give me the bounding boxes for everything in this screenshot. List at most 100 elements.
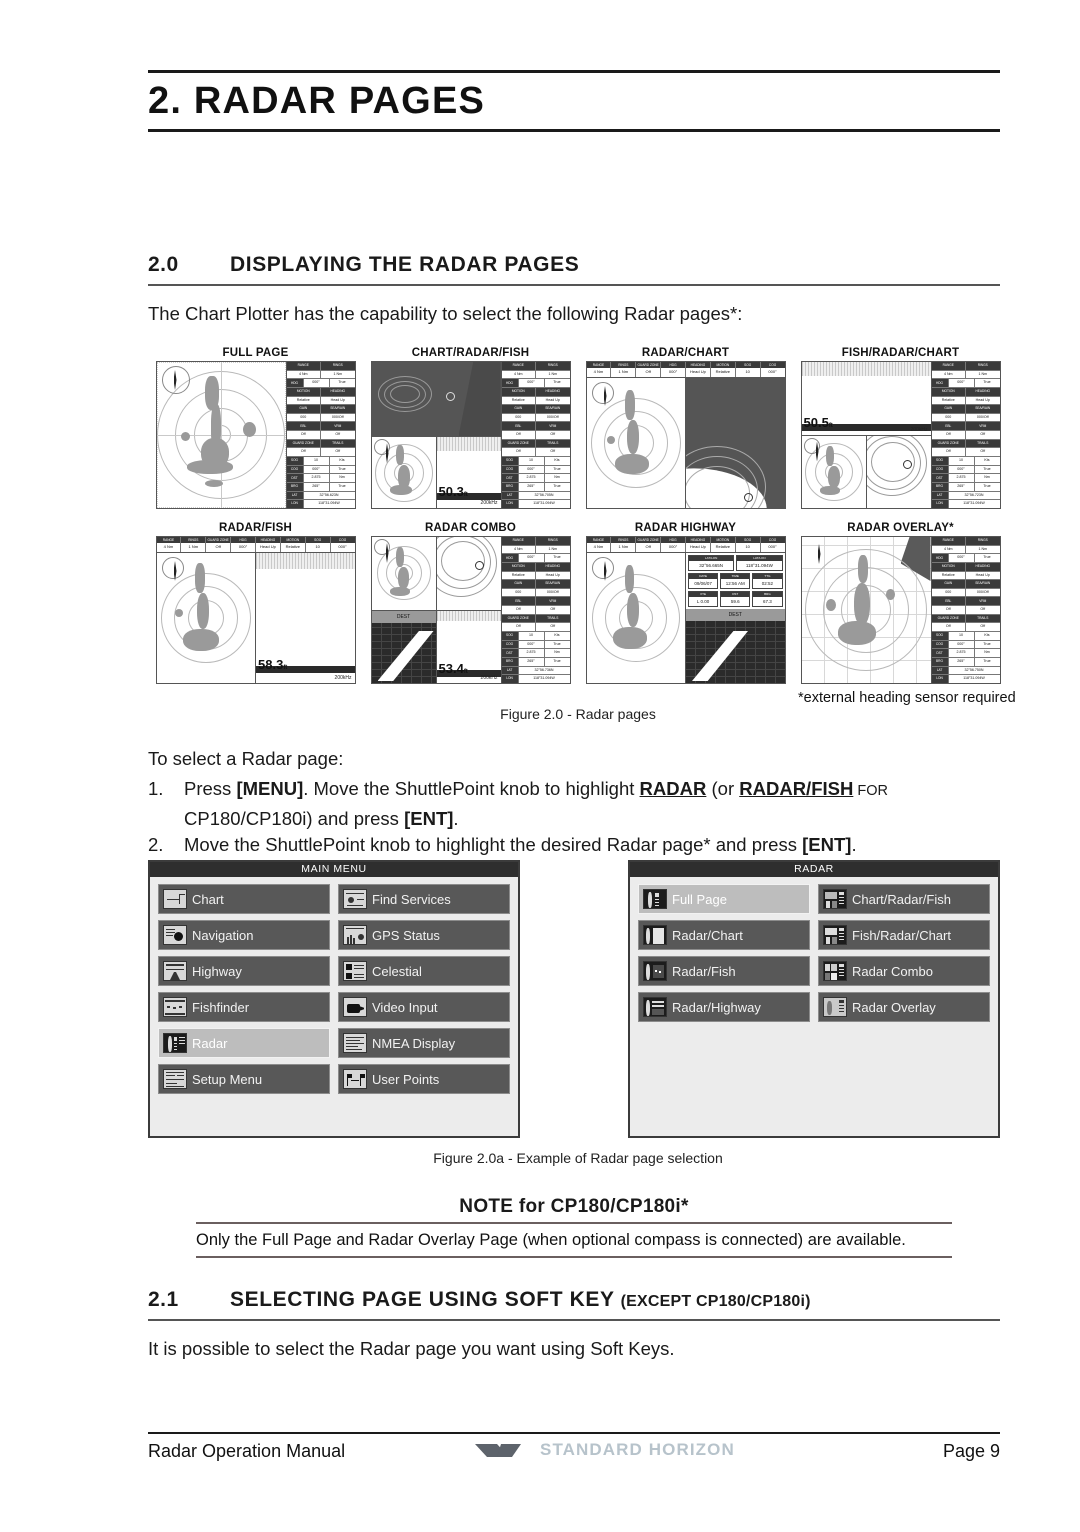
- data-header: LAT: [931, 666, 949, 675]
- step-text: .: [453, 808, 459, 829]
- data-header: MOTION: [931, 387, 966, 396]
- footer-rule: [148, 1432, 1000, 1434]
- data-value: True: [974, 482, 1000, 491]
- data-value: Kts: [544, 457, 570, 465]
- data-value: 2.875: [518, 649, 545, 657]
- menu-item-setup-menu[interactable]: Setup Menu: [158, 1064, 330, 1094]
- data-value: 4 Nm: [931, 370, 966, 379]
- data-value: 000: [501, 588, 536, 597]
- data-value: Off: [501, 448, 536, 457]
- data-value: 2.875: [948, 474, 975, 482]
- data-value: 10: [315, 544, 320, 549]
- menu-item-gps-status[interactable]: GPS Status: [338, 920, 510, 950]
- menu-item-user-points[interactable]: User Points: [338, 1064, 510, 1094]
- data-value: 000°: [518, 465, 545, 474]
- menu-item-fishfinder[interactable]: Fishfinder: [158, 992, 330, 1022]
- data-value: Kts: [974, 632, 1000, 640]
- data-header: MOTION: [286, 387, 321, 396]
- data-value: True: [544, 640, 570, 649]
- fishfinder-icon: [163, 997, 187, 1017]
- radar-icon: [163, 1033, 187, 1053]
- data-header: EBL: [501, 422, 536, 431]
- data-value: 118°31.094W: [303, 500, 355, 508]
- footer-manual-title: Radar Operation Manual: [148, 1441, 346, 1461]
- data-header: GAIN: [286, 405, 321, 413]
- menu-item-radar-chart[interactable]: Radar/Chart: [638, 920, 810, 950]
- data-value: 000°: [668, 369, 678, 374]
- data-value: True: [974, 379, 1000, 387]
- data-value: Off: [536, 448, 570, 457]
- brand-logo: STANDARD HORIZON: [475, 1440, 735, 1460]
- data-header: HDG: [501, 379, 519, 387]
- field-value: 118°31.094W: [745, 563, 773, 568]
- thumbnail-radar-combo: RADAR COMBO DEST 53.4ft 200kHz RANGE RIN…: [363, 520, 578, 684]
- menu-item-navigation[interactable]: Navigation: [158, 920, 330, 950]
- section-2-0-intro: The Chart Plotter has the capability to …: [148, 303, 743, 324]
- menu-item-celestial[interactable]: Celestial: [338, 956, 510, 986]
- data-header: COG: [501, 465, 519, 474]
- data-header: SEA/RAIN: [536, 405, 570, 413]
- data-header: DST: [931, 474, 949, 482]
- data-header: BRG: [501, 657, 519, 666]
- video-input-icon: [343, 997, 367, 1017]
- data-value: Kts: [329, 457, 355, 465]
- menu-item-full-page[interactable]: Full Page: [638, 884, 810, 914]
- data-header: EBL: [931, 597, 966, 606]
- menu-item-fish-radar-chart[interactable]: Fish/Radar/Chart: [818, 920, 990, 950]
- data-header: GUARD ZONE: [286, 439, 321, 448]
- data-value: Off: [536, 431, 570, 439]
- menu-item-chart-radar-fish[interactable]: Chart/Radar/Fish: [818, 884, 990, 914]
- field-value: 12:56 AM: [725, 581, 745, 586]
- data-header: RINGS: [536, 537, 570, 545]
- data-header: EBL: [931, 422, 966, 431]
- radar-data-panel: RANGE RINGS 4 Nm 1 Nm HDG 000° True MOTION HE…: [930, 362, 1000, 508]
- data-value: Off: [966, 431, 1000, 439]
- destination-label: DEST: [686, 609, 785, 621]
- data-header: RANGE: [931, 362, 966, 370]
- main-menu-items: Chart Find Services Navigation GPS Statu…: [150, 877, 518, 1102]
- field-value: 02:52: [761, 581, 774, 586]
- data-header: COG: [501, 640, 519, 649]
- step-text: FOR: [853, 783, 888, 799]
- data-value: True: [974, 554, 1000, 562]
- menu-item-highway[interactable]: Highway: [158, 956, 330, 986]
- menu-item-radar-highway[interactable]: Radar/Highway: [638, 992, 810, 1022]
- menu-item-video-input[interactable]: Video Input: [338, 992, 510, 1022]
- data-value: 000/Off: [321, 413, 355, 422]
- menu-item-radar-fish[interactable]: Radar/Fish: [638, 956, 810, 986]
- key-ent: [ENT]: [404, 808, 454, 829]
- menu-item-radar-combo[interactable]: Radar Combo: [818, 956, 990, 986]
- data-value: 1 Nm: [966, 370, 1000, 379]
- data-header: TRAILS: [321, 439, 355, 448]
- data-value: 000°: [948, 379, 975, 387]
- section-2-0-title: DISPLAYING THE RADAR PAGES: [230, 253, 580, 276]
- menu-item-label: Radar Overlay: [852, 999, 936, 1015]
- data-value: 4 Nm: [501, 545, 536, 554]
- data-header: SEA/RAIN: [536, 580, 570, 588]
- chapter-rule-top: [148, 70, 1000, 73]
- menu-item-nmea-display[interactable]: NMEA Display: [338, 1028, 510, 1058]
- data-header: MOTION: [931, 562, 966, 571]
- data-header: VRM: [966, 422, 1000, 431]
- menu-item-radar[interactable]: Radar: [158, 1028, 330, 1058]
- data-value: True: [544, 657, 570, 666]
- thumbnail-label: RADAR HIGHWAY: [634, 522, 737, 534]
- menu-item-chart[interactable]: Chart: [158, 884, 330, 914]
- data-header: TRAILS: [536, 439, 570, 448]
- depth-readout: 58.3ft: [258, 657, 288, 672]
- data-header: VRM: [966, 597, 1000, 606]
- data-value: True: [974, 657, 1000, 666]
- user-points-icon: [343, 1069, 367, 1089]
- data-value: Relative: [931, 571, 966, 580]
- data-value: 4 Nm: [286, 370, 321, 379]
- data-header: TRAILS: [536, 614, 570, 623]
- menu-item-find-services[interactable]: Find Services: [338, 884, 510, 914]
- menu-item-radar-overlay[interactable]: Radar Overlay: [818, 992, 990, 1022]
- data-value: Head Up: [690, 544, 706, 549]
- frequency-readout: 200kHz: [480, 675, 498, 681]
- radar-data-panel: RANGE RINGS 4 Nm 1 Nm HDG 000° True MOTION HE…: [500, 537, 570, 683]
- data-value: 000°: [338, 544, 347, 549]
- radar-status-bar: RANGE 4 Nm RINGS 1 Nm GUARD ZONE Off HDG 000…: [586, 537, 785, 553]
- radar-data-panel: RANGE RINGS 4 Nm 1 Nm HDG 000° True MOTION HE…: [285, 362, 355, 508]
- depth-readout: 53.4ft: [438, 661, 468, 676]
